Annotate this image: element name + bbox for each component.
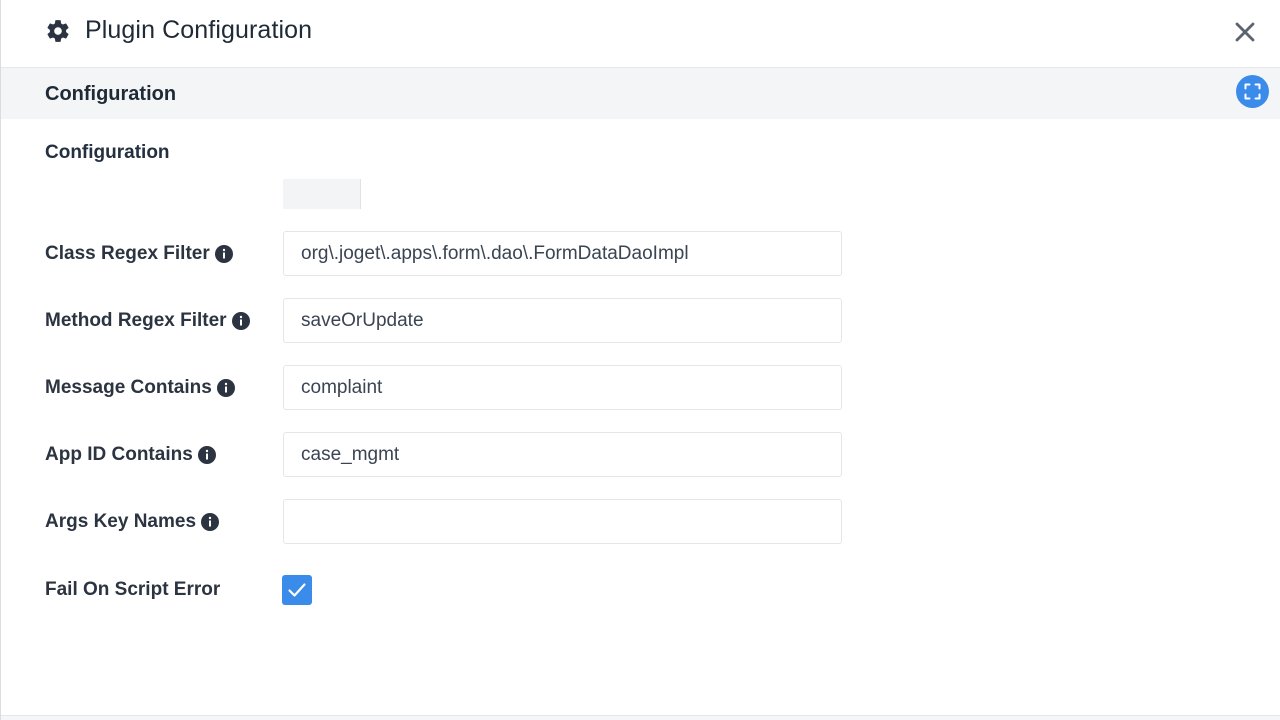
message-contains-label: Message Contains xyxy=(45,376,235,400)
fullscreen-icon xyxy=(1244,83,1261,100)
fullscreen-button[interactable] xyxy=(1236,75,1269,108)
fail-on-script-error-label: Fail On Script Error xyxy=(45,579,221,600)
gear-icon xyxy=(47,20,69,42)
fail-on-script-error-checkbox[interactable] xyxy=(282,575,312,605)
dialog-title: Plugin Configuration xyxy=(85,16,313,44)
info-icon[interactable] xyxy=(216,379,235,397)
class-regex-filter-label: Class Regex Filter xyxy=(45,242,233,266)
app-id-contains-label: App ID Contains xyxy=(45,443,216,467)
section-title: Configuration xyxy=(45,83,177,105)
message-contains-input[interactable] xyxy=(283,365,842,410)
form-subheading: Configuration xyxy=(45,142,170,163)
empty-field-placeholder xyxy=(283,179,361,209)
dialog-header: Plugin Configuration xyxy=(1,0,1280,68)
method-regex-filter-input[interactable] xyxy=(283,298,842,343)
class-regex-filter-input[interactable] xyxy=(283,231,842,276)
info-icon[interactable] xyxy=(201,513,220,531)
app-id-contains-input[interactable] xyxy=(283,432,842,477)
close-icon[interactable] xyxy=(1233,20,1257,44)
plugin-configuration-dialog: Plugin Configuration Configuration Confi… xyxy=(0,0,1280,720)
args-key-names-input[interactable] xyxy=(283,499,842,544)
checkmark-icon xyxy=(288,583,306,597)
section-header: Configuration xyxy=(1,68,1280,119)
info-icon[interactable] xyxy=(197,446,216,464)
method-regex-filter-label: Method Regex Filter xyxy=(45,309,250,333)
args-key-names-label: Args Key Names xyxy=(45,510,220,534)
info-icon[interactable] xyxy=(214,245,233,263)
info-icon[interactable] xyxy=(231,312,250,330)
